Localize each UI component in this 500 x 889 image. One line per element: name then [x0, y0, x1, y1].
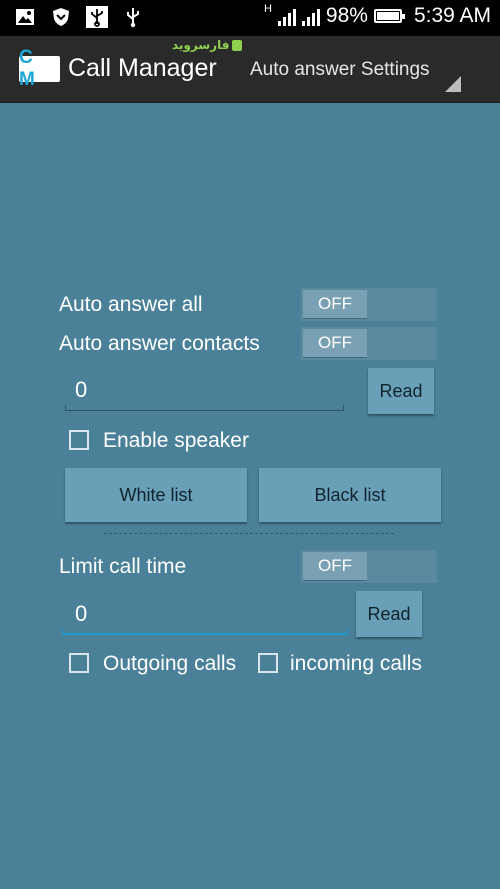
usb-icon — [122, 6, 144, 28]
toggle-knob: OFF — [303, 552, 367, 581]
settings-spinner[interactable]: Auto answer Settings — [250, 59, 430, 81]
limit-time-value: 0 — [75, 601, 88, 626]
toggle-knob: OFF — [303, 290, 367, 319]
outgoing-calls-label: Outgoing calls — [103, 652, 237, 675]
input-underline — [65, 405, 344, 411]
black-list-button[interactable]: Black list — [259, 468, 441, 522]
shield-icon — [50, 6, 72, 28]
signal-icon — [277, 6, 296, 26]
limit-call-time-toggle[interactable]: OFF — [301, 550, 437, 583]
outgoing-calls-checkbox[interactable] — [69, 653, 89, 673]
watermark: فارسروید — [172, 38, 243, 52]
usb-debug-icon — [86, 6, 108, 28]
app-title: Call Manager — [68, 54, 217, 82]
system-status: H 98% 5:39 AM — [263, 3, 491, 28]
auto-answer-delay-input[interactable]: 0 — [65, 373, 344, 411]
incoming-calls-checkbox[interactable] — [258, 653, 278, 673]
battery-percent: 98% — [325, 4, 368, 27]
auto-answer-contacts-toggle[interactable]: OFF — [301, 327, 437, 360]
incoming-calls-label: incoming calls — [290, 652, 422, 675]
network-type: H — [263, 3, 272, 15]
watermark-text: فارسروید — [172, 38, 230, 52]
status-bar: H 98% 5:39 AM — [0, 0, 500, 36]
input-underline — [62, 629, 348, 635]
toggle-knob: OFF — [303, 329, 367, 358]
auto-answer-all-label: Auto answer all — [59, 293, 203, 316]
read-delay-button[interactable]: Read — [368, 368, 434, 414]
spinner-dropdown-icon[interactable] — [445, 76, 461, 92]
white-list-button[interactable]: White list — [65, 468, 247, 522]
limit-time-input[interactable]: 0 — [62, 597, 348, 635]
auto-answer-contacts-label: Auto answer contacts — [59, 332, 260, 355]
battery-icon — [373, 9, 405, 23]
app-logo: C M — [19, 47, 60, 90]
read-limit-button[interactable]: Read — [356, 591, 422, 637]
action-bar: C M Call Manager فارسروید Auto answer Se… — [0, 36, 500, 103]
enable-speaker-checkbox[interactable] — [69, 430, 89, 450]
section-divider — [104, 533, 394, 534]
auto-answer-all-toggle[interactable]: OFF — [301, 288, 437, 321]
limit-call-time-label: Limit call time — [59, 555, 187, 578]
signal-icon — [301, 6, 320, 26]
clock: 5:39 AM — [413, 4, 491, 27]
enable-speaker-label: Enable speaker — [103, 429, 249, 452]
notification-icons — [14, 6, 144, 28]
image-icon — [14, 6, 36, 28]
auto-answer-delay-value: 0 — [75, 377, 88, 402]
shopping-bag-icon — [232, 39, 243, 51]
